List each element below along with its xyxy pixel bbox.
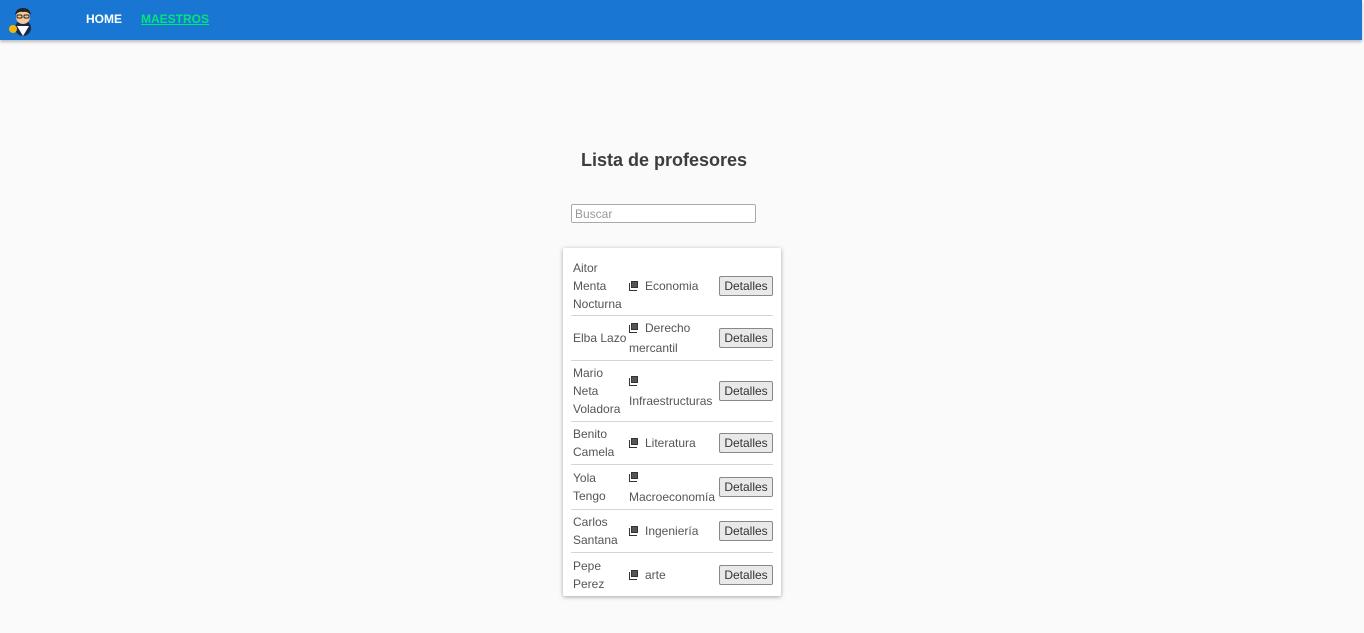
teacher-subject: Infraestructuras xyxy=(627,371,719,411)
details-button[interactable]: Detalles xyxy=(719,275,773,296)
book-icon xyxy=(629,280,639,291)
teacher-row: Aitor Menta Nocturna Economia Detalles xyxy=(571,256,773,316)
teacher-subject: Literatura xyxy=(627,433,719,453)
teacher-subject-label: Literatura xyxy=(645,436,696,450)
teacher-subject: arte xyxy=(627,565,719,585)
teacher-name: Benito Camela xyxy=(573,427,615,459)
details-button[interactable]: Detalles xyxy=(719,564,773,585)
nav-maestros-link[interactable]: MAESTROS xyxy=(141,12,209,26)
teacher-name: Aitor Menta Nocturna xyxy=(573,260,622,311)
teacher-row: Elba Lazo Derecho mercantil Detalles xyxy=(571,316,773,361)
teacher-subject-label: arte xyxy=(645,567,666,582)
teacher-subject: Economia xyxy=(627,276,719,296)
search-input[interactable] xyxy=(571,204,756,223)
teachers-card: Aitor Menta Nocturna Economia Detalles E… xyxy=(563,248,781,596)
teacher-row: Yola Tengo Macroeconomía Detalles xyxy=(571,465,773,510)
book-icon xyxy=(629,323,639,333)
details-button[interactable]: Detalles xyxy=(719,477,773,497)
teachers-list: Aitor Menta Nocturna Economia Detalles E… xyxy=(571,256,773,596)
teacher-row: Benito Camela Literatura Detalles xyxy=(571,422,773,465)
book-icon xyxy=(629,569,639,580)
nav-home-link[interactable]: HOME xyxy=(86,12,122,26)
teacher-row: Carlos Santana Ingeniería Detalles xyxy=(571,510,773,553)
teacher-subject: Derecho mercantil xyxy=(627,318,719,358)
details-button[interactable]: Detalles xyxy=(719,433,773,453)
teacher-subject-label: Ingeniería xyxy=(645,524,699,538)
teacher-row: Pepe Perez arte Detalles xyxy=(571,553,773,596)
details-button[interactable]: Detalles xyxy=(719,328,773,348)
teacher-subject-label: Macroeconomía xyxy=(629,490,716,504)
book-icon xyxy=(629,526,639,536)
teacher-avatar-icon[interactable] xyxy=(8,5,38,36)
teacher-name: Carlos Santana xyxy=(573,515,618,547)
teacher-row: Mario Neta Voladora Infraestructuras Det… xyxy=(571,361,773,422)
page-title: Lista de profesores xyxy=(580,150,748,170)
book-icon xyxy=(629,472,639,482)
teacher-name: Yola Tengo xyxy=(573,471,606,503)
teacher-name: Elba Lazo xyxy=(573,331,627,345)
book-icon xyxy=(629,438,639,448)
details-button[interactable]: Detalles xyxy=(719,521,773,541)
teacher-subject: Ingeniería xyxy=(627,521,719,541)
teacher-subject-label: Economia xyxy=(645,278,699,293)
book-icon xyxy=(629,376,639,386)
teacher-subject-label: Infraestructuras xyxy=(629,394,713,408)
top-navbar: HOME MAESTROS xyxy=(0,0,1362,40)
teacher-name: Mario Neta Voladora xyxy=(573,366,621,416)
teacher-subject: Macroeconomía xyxy=(627,467,719,507)
teacher-name: Pepe Perez xyxy=(573,558,605,591)
details-button[interactable]: Detalles xyxy=(719,381,773,401)
